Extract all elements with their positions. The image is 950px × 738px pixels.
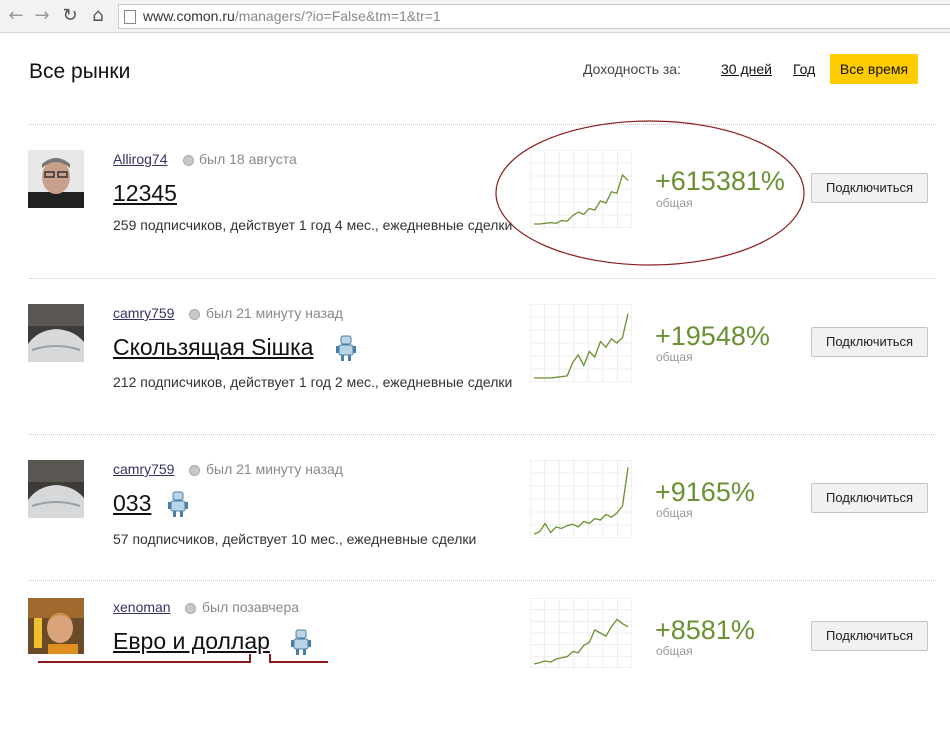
annotation-overlay xyxy=(38,120,805,663)
annotation-underline xyxy=(269,654,328,663)
annotation-ellipse xyxy=(495,120,805,266)
annotation-underline xyxy=(38,654,251,663)
